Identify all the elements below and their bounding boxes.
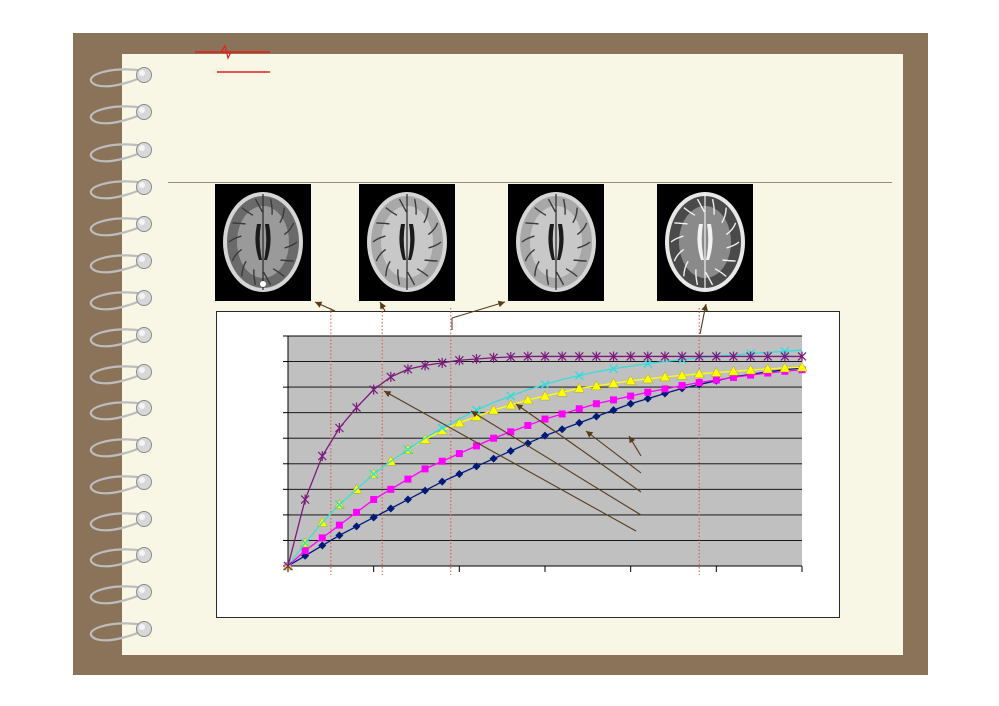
data-point [370, 496, 378, 504]
data-point [318, 534, 326, 542]
annotation-arrow [314, 301, 336, 312]
data-point [695, 379, 703, 387]
data-point [335, 521, 343, 529]
data-point [301, 547, 309, 555]
data-point [644, 388, 652, 396]
data-point [592, 400, 600, 408]
annotation-arrow [379, 301, 387, 312]
data-point [627, 392, 635, 400]
data-point [353, 508, 361, 516]
data-point [421, 465, 429, 473]
data-point [387, 485, 395, 493]
relaxation-chart [282, 300, 808, 575]
data-point [610, 396, 618, 404]
data-point [678, 382, 686, 390]
data-point [490, 434, 498, 442]
plot-area [288, 336, 802, 566]
annotation-arrow [699, 303, 708, 335]
data-point [524, 421, 532, 429]
annotation-arrow [451, 300, 506, 319]
data-point [541, 415, 549, 423]
data-point [558, 410, 566, 418]
data-point [455, 450, 463, 458]
data-point [661, 385, 669, 393]
data-point [404, 475, 412, 483]
data-point [438, 457, 446, 465]
data-point [575, 405, 583, 413]
data-point [712, 376, 720, 384]
